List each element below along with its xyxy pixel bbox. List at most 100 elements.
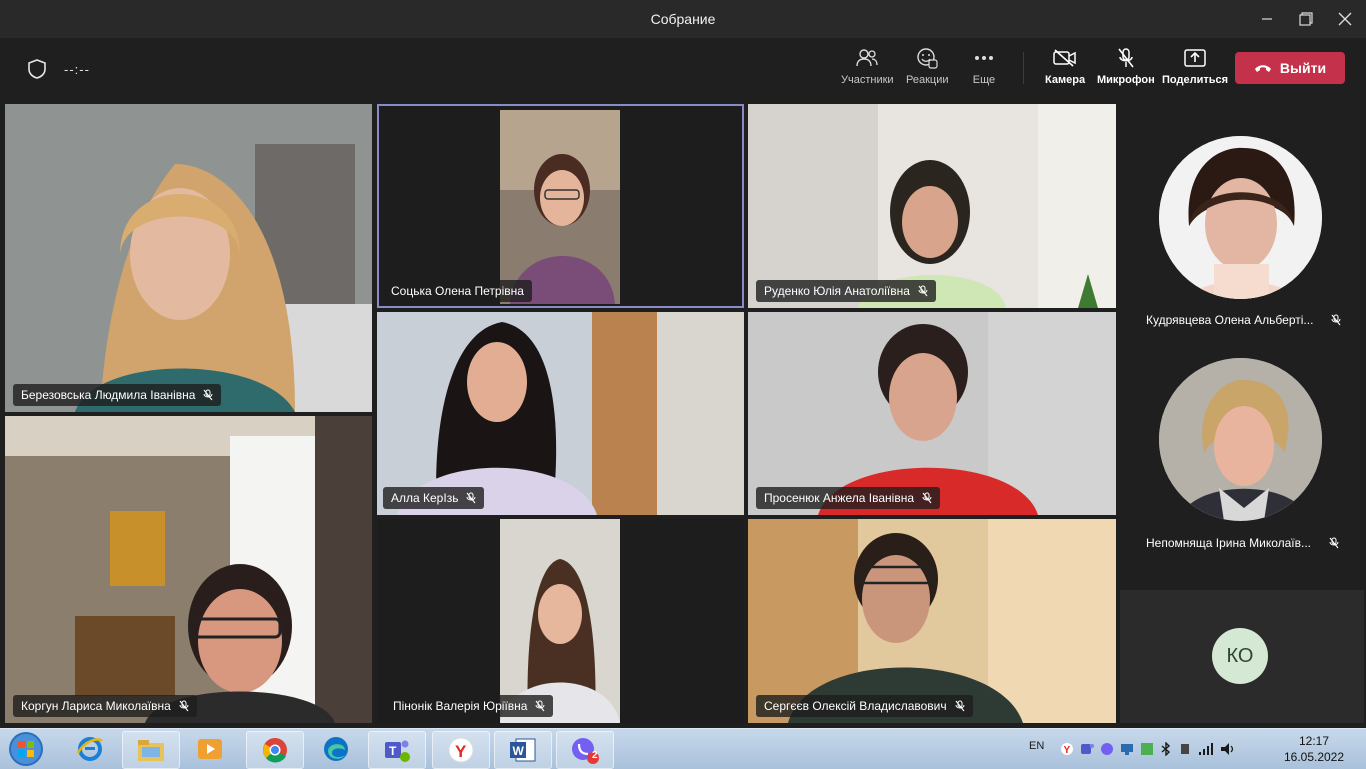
camera-button[interactable]: Камера — [1045, 46, 1085, 96]
svg-text:Y: Y — [1064, 745, 1071, 756]
language-indicator[interactable]: EN — [1029, 729, 1044, 769]
minimize-icon — [1262, 18, 1272, 20]
share-icon — [1183, 46, 1207, 70]
share-button[interactable]: Поделиться — [1162, 46, 1228, 96]
participant-video — [748, 104, 1116, 308]
microphone-button[interactable]: Микрофон — [1097, 46, 1155, 96]
participant-video — [5, 416, 372, 723]
video-tile[interactable]: Алла КерІзь — [377, 312, 744, 515]
taskbar-ie[interactable] — [62, 731, 118, 767]
taskbar-media[interactable] — [182, 731, 238, 767]
video-tile[interactable]: Руденко Юлія Анатоліївна — [748, 104, 1116, 308]
taskbar-word[interactable]: W — [494, 731, 552, 769]
participants-icon — [855, 46, 879, 70]
mic-off-icon — [535, 700, 545, 712]
window-title: Собрание — [650, 11, 716, 27]
chrome-icon — [263, 738, 287, 763]
meeting-toolbar: --:-- Участники Реакции Еще Камера Микро… — [0, 38, 1366, 100]
microphone-label: Микрофон — [1097, 74, 1155, 86]
share-label: Поделиться — [1162, 74, 1229, 86]
more-label: Еще — [972, 74, 996, 86]
initials-avatar: КО — [1212, 628, 1268, 684]
title-bar: Собрание — [0, 0, 1366, 38]
taskbar-explorer[interactable] — [122, 731, 180, 769]
language-label: EN — [1029, 740, 1045, 752]
participant-name: Сергєєв Олексій Владиславович — [764, 699, 947, 713]
viber-tray-icon[interactable] — [1100, 742, 1114, 756]
close-button[interactable] — [1322, 0, 1366, 38]
participant-name: Алла КерІзь — [391, 491, 459, 505]
participant-photo — [1159, 358, 1322, 521]
participant-photo — [1159, 136, 1322, 299]
mic-off-icon — [918, 285, 928, 297]
participant-label: Березовська Людмила Іванівна — [13, 384, 222, 406]
participant-label: Пінонік Валерія Юріївна — [385, 695, 554, 717]
volume-tray-icon[interactable] — [1220, 742, 1236, 756]
video-tile[interactable]: Коргун Лариса Миколаївна — [5, 416, 372, 723]
taskbar-teams[interactable]: T — [368, 731, 426, 769]
media-player-icon — [198, 739, 222, 759]
maximize-icon — [1299, 12, 1313, 26]
reactions-icon — [915, 46, 939, 70]
system-clock[interactable]: 12:17 16.05.2022 — [1282, 733, 1346, 765]
mic-off-icon — [1329, 537, 1339, 549]
shield-icon[interactable] — [26, 58, 48, 80]
taskbar-edge[interactable] — [308, 731, 364, 767]
word-icon: W — [510, 738, 536, 762]
video-tile[interactable]: Пінонік Валерія Юріївна — [377, 519, 744, 723]
mic-off-icon — [179, 700, 189, 712]
camera-off-icon — [1053, 46, 1077, 70]
avatar[interactable] — [1159, 358, 1322, 521]
participant-name: Коргун Лариса Миколаївна — [21, 699, 171, 713]
monitor-tray-icon[interactable] — [1140, 742, 1154, 756]
video-tile[interactable]: Просенюк Анжела Іванівна — [748, 312, 1116, 515]
signal-tray-icon[interactable] — [1198, 743, 1214, 755]
avatar[interactable] — [1159, 136, 1322, 299]
video-tile[interactable]: Березовська Людмила Іванівна — [5, 104, 372, 412]
participant-label: Просенюк Анжела Іванівна — [756, 487, 941, 509]
participant-name: Кудрявцева Олена Альберті... — [1146, 313, 1314, 327]
taskbar-viber[interactable]: 2 — [556, 731, 614, 769]
participant-video — [748, 519, 1116, 723]
participant-label: Алла КерІзь — [383, 487, 485, 509]
participant-name: Соцька Олена Петрівна — [391, 284, 524, 298]
participant-label: Сергєєв Олексій Владиславович — [756, 695, 973, 717]
teams-tray-icon[interactable] — [1080, 742, 1094, 756]
video-tile-active[interactable]: Соцька Олена Петрівна — [377, 104, 744, 308]
participant-label: Коргун Лариса Миколаївна — [13, 695, 197, 717]
system-tray: Y — [1060, 729, 1236, 769]
mic-off-icon — [203, 389, 213, 401]
participant-name: Непомняща Ірина Миколаїв... — [1146, 536, 1311, 550]
usb-tray-icon[interactable] — [1178, 742, 1192, 756]
camera-label: Камера — [1045, 74, 1086, 86]
participant-label: Кудрявцева Олена Альберті... — [1146, 313, 1341, 327]
participant-video — [748, 312, 1116, 515]
reactions-label: Реакции — [906, 74, 949, 86]
taskbar-chrome[interactable] — [246, 731, 304, 769]
taskbar-yandex[interactable]: Y — [432, 731, 490, 769]
close-icon — [1338, 12, 1352, 26]
participant-video — [377, 312, 744, 515]
participants-button[interactable]: Участники — [841, 46, 894, 96]
yandex-tray-icon[interactable]: Y — [1060, 742, 1074, 756]
participant-name: Пінонік Валерія Юріївна — [393, 699, 528, 713]
clock-date: 16.05.2022 — [1283, 750, 1345, 764]
leave-button[interactable]: Выйти — [1235, 52, 1345, 84]
participant-tile-initials[interactable]: КО — [1120, 590, 1364, 723]
svg-text:W: W — [513, 744, 525, 758]
video-tile[interactable]: Сергєєв Олексій Владиславович — [748, 519, 1116, 723]
participant-label: Непомняща Ірина Миколаїв... — [1146, 536, 1339, 550]
reactions-button[interactable]: Реакции — [906, 46, 949, 96]
toolbar-divider — [1023, 52, 1024, 84]
taskbar: T Y W 2 EN Y 12:17 16.05.2022 — [0, 728, 1366, 769]
participant-name: Березовська Людмила Іванівна — [21, 388, 196, 402]
participant-name: Руденко Юлія Анатоліївна — [764, 284, 910, 298]
participant-video — [5, 104, 372, 412]
network-tray-icon[interactable] — [1120, 742, 1134, 756]
more-button[interactable]: Еще — [972, 46, 996, 96]
more-icon — [972, 46, 996, 70]
participant-label: Соцька Олена Петрівна — [383, 280, 532, 302]
start-button[interactable] — [6, 731, 46, 767]
bluetooth-tray-icon[interactable] — [1160, 742, 1172, 756]
mic-off-icon — [955, 700, 965, 712]
